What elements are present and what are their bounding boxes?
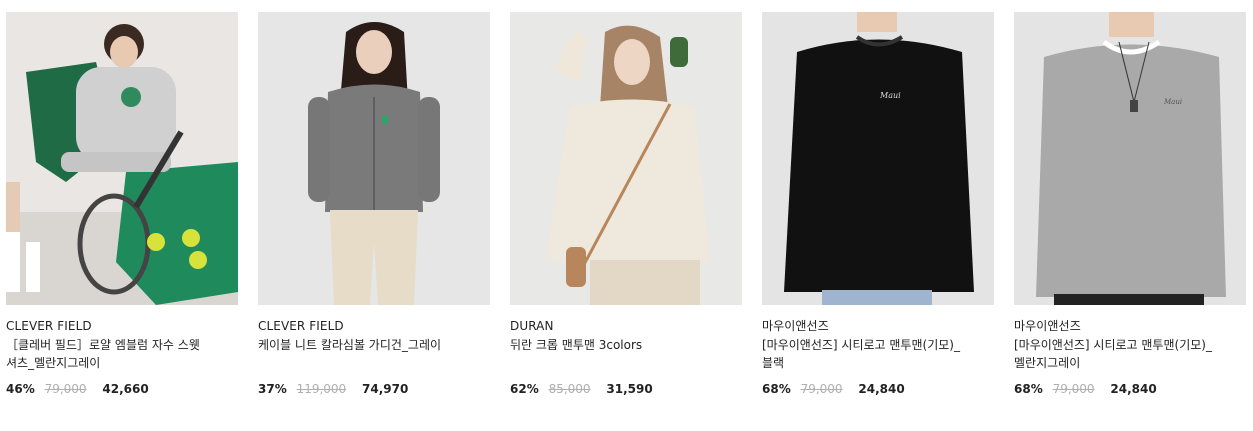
discount-rate: 68%: [762, 382, 791, 396]
price-row: 37% 119,000 74,970: [258, 381, 408, 397]
product-title[interactable]: [마우이앤선즈] 시티로고 맨투맨(기모)_블랙: [762, 336, 972, 372]
discount-rate: 68%: [1014, 382, 1043, 396]
brand-name[interactable]: CLEVER FIELD: [258, 318, 490, 334]
product-card[interactable]: CLEVER FIELD ［클레버 필드］로얄 엠블럼 자수 스웻 셔츠_멜란지…: [6, 12, 238, 396]
product-image-link[interactable]: Maui: [1014, 12, 1246, 305]
product-card[interactable]: CLEVER FIELD 케이블 니트 칼라심볼 가디건_그레이 37% 119…: [258, 12, 490, 396]
product-image: Maui: [1014, 12, 1246, 305]
product-title[interactable]: 뒤란 크롭 맨투맨 3colors: [510, 336, 720, 354]
discount-rate: 46%: [6, 382, 35, 396]
product-title[interactable]: 케이블 니트 칼라심볼 가디건_그레이: [258, 336, 468, 354]
price-row: 46% 79,000 42,660: [6, 381, 149, 397]
product-card[interactable]: Maui 마우이앤선즈 [마우이앤선즈] 시티로고 맨투맨(기모)_멜란지그레이…: [1014, 12, 1246, 396]
product-card[interactable]: DURAN 뒤란 크롭 맨투맨 3colors 62% 85,000 31,59…: [510, 12, 742, 396]
product-grid: CLEVER FIELD ［클레버 필드］로얄 엠블럼 자수 스웻 셔츠_멜란지…: [0, 0, 1253, 431]
brand-name[interactable]: DURAN: [510, 318, 742, 334]
original-price: 79,000: [1052, 382, 1095, 396]
product-card[interactable]: Maui 마우이앤선즈 [마우이앤선즈] 시티로고 맨투맨(기모)_블랙 68%…: [762, 12, 994, 396]
product-image-link[interactable]: Maui: [762, 12, 994, 305]
brand-name[interactable]: 마우이앤선즈: [1014, 318, 1246, 334]
brand-name[interactable]: CLEVER FIELD: [6, 318, 238, 334]
product-image: [6, 12, 238, 305]
product-image: [258, 12, 490, 305]
original-price: 85,000: [548, 382, 591, 396]
product-image: [510, 12, 742, 305]
svg-text:Maui: Maui: [879, 91, 901, 100]
price-row: 68% 79,000 24,840: [762, 381, 905, 397]
sale-price: 31,590: [606, 382, 653, 396]
sale-price: 24,840: [858, 382, 905, 396]
product-image-link[interactable]: [510, 12, 742, 305]
sale-price: 24,840: [1110, 382, 1157, 396]
svg-text:Maui: Maui: [1163, 98, 1182, 106]
brand-name[interactable]: 마우이앤선즈: [762, 318, 994, 334]
price-row: 62% 85,000 31,590: [510, 381, 653, 397]
price-row: 68% 79,000 24,840: [1014, 381, 1157, 397]
original-price: 79,000: [44, 382, 87, 396]
product-image-link[interactable]: [258, 12, 490, 305]
product-title[interactable]: [마우이앤선즈] 시티로고 맨투맨(기모)_멜란지그레이: [1014, 336, 1224, 372]
product-image-link[interactable]: [6, 12, 238, 305]
product-title[interactable]: ［클레버 필드］로얄 엠블럼 자수 스웻 셔츠_멜란지그레이: [6, 336, 216, 372]
discount-rate: 62%: [510, 382, 539, 396]
sale-price: 74,970: [362, 382, 409, 396]
discount-rate: 37%: [258, 382, 287, 396]
sale-price: 42,660: [102, 382, 149, 396]
product-image: Maui: [762, 12, 994, 305]
original-price: 79,000: [800, 382, 843, 396]
original-price: 119,000: [296, 382, 347, 396]
